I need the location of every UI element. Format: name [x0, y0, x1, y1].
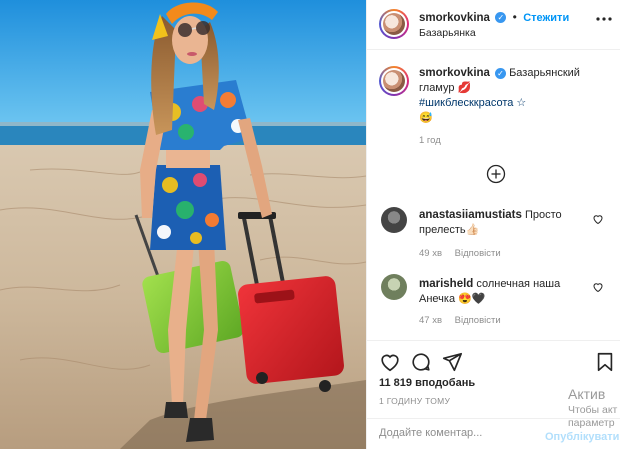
paper-plane-icon[interactable] [441, 351, 463, 373]
reply-button[interactable]: Відповісти [455, 315, 501, 326]
post-side-panel: smorkovkina ✓ • Стежити Базарьянка smork… [366, 0, 620, 449]
comment-like-heart-icon[interactable] [592, 213, 604, 225]
comment-avatar[interactable] [381, 274, 407, 300]
comment-like-heart-icon[interactable] [592, 281, 604, 293]
comment-bubble-icon[interactable] [410, 351, 432, 373]
post-header: smorkovkina ✓ • Стежити Базарьянка [367, 0, 620, 50]
caption-username[interactable]: smorkovkina [419, 67, 490, 79]
comment-composer: Опублікувати [367, 418, 620, 449]
avatar[interactable] [379, 9, 409, 39]
comment-username[interactable]: marisheld [419, 278, 473, 290]
more-options-icon[interactable] [595, 10, 613, 28]
hashtag-link[interactable]: #шикблесккрасота ☆ [419, 97, 526, 109]
reply-button[interactable]: Відповісти [455, 248, 501, 259]
comment-input[interactable] [379, 427, 539, 439]
caption-emoji: 😅 [419, 112, 433, 124]
header-user-row: smorkovkina ✓ • Стежити [419, 10, 569, 24]
comment-item: marisheld солнечная наша Анечка 😍🖤 [419, 277, 589, 307]
comment-meta: 49 хв Відповісти [419, 248, 511, 259]
publish-button[interactable]: Опублікувати [545, 431, 619, 443]
comment-time: 49 хв [419, 248, 443, 259]
post-photo[interactable] [0, 0, 366, 449]
verified-badge-icon: ✓ [495, 12, 507, 24]
comment-username[interactable]: anastasiiamustiats [419, 209, 522, 221]
comment-item: anastasiiamustiats Просто прелесть👍🏻 [419, 208, 589, 238]
caption-avatar[interactable] [379, 66, 409, 96]
caption-time: 1 год [419, 135, 441, 146]
comment-time: 47 хв [419, 315, 443, 326]
verified-badge-icon: ✓ [495, 67, 507, 79]
beach-photo-illustration [0, 0, 366, 449]
load-more-comments-icon[interactable] [486, 164, 506, 184]
follow-button[interactable]: Стежити [523, 12, 569, 24]
location-link[interactable]: Базарьянка [419, 27, 476, 39]
heart-icon[interactable] [379, 351, 401, 373]
separator-dot: • [512, 10, 517, 24]
post-caption: smorkovkina ✓ Базарьянский гламур 💋 #шик… [419, 66, 609, 126]
header-username[interactable]: smorkovkina [419, 12, 490, 24]
comment-meta: 47 хв Відповісти [419, 315, 511, 326]
post-timestamp[interactable]: 1 ГОДИНУ ТОМУ [379, 396, 450, 406]
bookmark-icon[interactable] [594, 351, 616, 373]
comment-avatar[interactable] [381, 207, 407, 233]
likes-count[interactable]: 11 819 вподобань [379, 377, 475, 389]
